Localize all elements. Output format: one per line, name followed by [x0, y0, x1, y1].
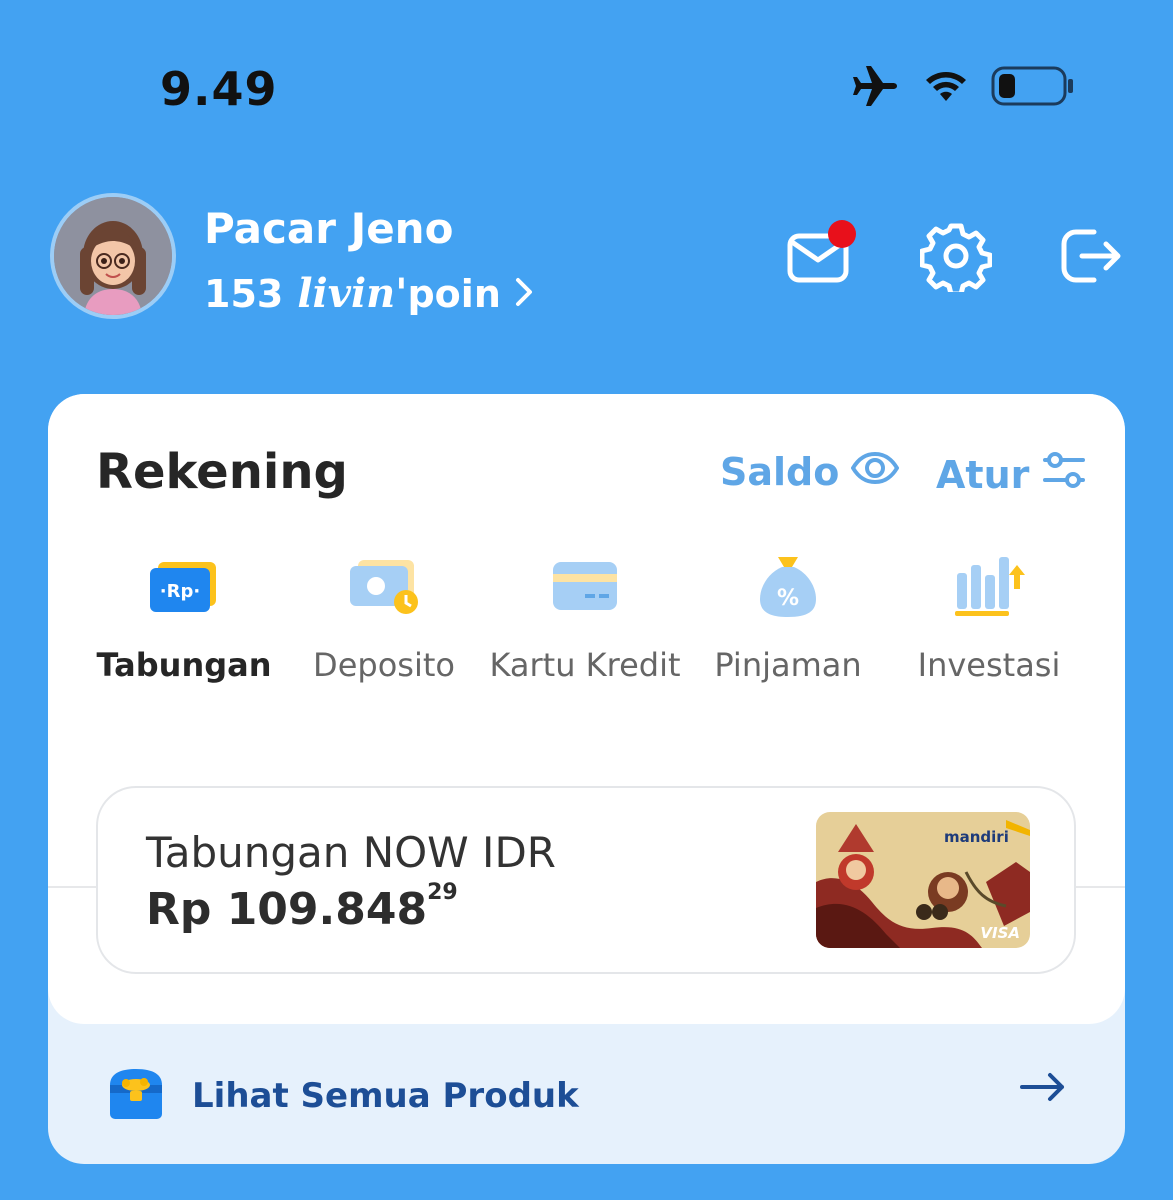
card-brand: mandiri [944, 828, 1009, 846]
tab-investasi[interactable]: Investasi [889, 546, 1089, 684]
logout-icon [1054, 220, 1126, 296]
balance-amount: Rp 109.848 [146, 884, 428, 935]
deposit-icon [284, 546, 484, 626]
livin-brand: livin' [297, 270, 408, 317]
tab-label: Kartu Kredit [489, 646, 681, 684]
money-bag-icon: % [688, 546, 888, 626]
battery-icon [991, 65, 1075, 111]
points-value: 153 [204, 271, 284, 316]
treasure-box-icon [106, 1067, 166, 1125]
accounts-panel: Rekening Saldo Atur ·Rp· Tabungan Deposi… [48, 394, 1125, 1024]
rp-wallet-icon: ·Rp· [84, 546, 284, 626]
gear-icon [919, 220, 993, 297]
status-icons [851, 64, 1075, 112]
chevron-right-icon [515, 272, 533, 316]
section-title: Rekening [96, 444, 348, 500]
card-network: VISA [980, 924, 1020, 942]
user-name: Pacar Jeno [204, 204, 454, 253]
all-products-label: Lihat Semua Produk [192, 1076, 579, 1116]
account-balance: Rp 109.84829 [146, 880, 458, 935]
tab-kartu-kredit[interactable]: Kartu Kredit [485, 546, 685, 684]
investment-chart-icon [889, 546, 1089, 626]
balance-cents: 29 [427, 880, 458, 905]
tab-label: Tabungan [96, 646, 272, 684]
status-time: 9.49 [160, 62, 278, 116]
svg-text:%: % [777, 586, 799, 611]
mail-icon [782, 220, 862, 296]
airplane-icon [851, 64, 901, 112]
settings-button[interactable] [919, 220, 993, 297]
points-suffix: poin [407, 271, 501, 316]
all-products-link[interactable]: Lihat Semua Produk [106, 1064, 1066, 1128]
tab-pinjaman[interactable]: % Pinjaman [688, 546, 888, 684]
toggle-balance-button[interactable]: Saldo [720, 450, 900, 494]
account-item[interactable]: Tabungan NOW IDR Rp 109.84829 mandiri VI… [96, 786, 1076, 974]
atur-label: Atur [936, 452, 1030, 497]
sliders-icon [1043, 450, 1086, 499]
tab-label: Deposito [313, 646, 455, 684]
settings-accounts-button[interactable]: Atur [936, 450, 1086, 499]
tab-deposito[interactable]: Deposito [284, 546, 484, 684]
tab-label: Pinjaman [714, 646, 862, 684]
inbox-button[interactable] [786, 220, 858, 294]
tab-label: Investasi [917, 646, 1061, 684]
accounts-card: Rekening Saldo Atur ·Rp· Tabungan Deposi… [48, 394, 1125, 1164]
eye-icon [851, 450, 900, 494]
wifi-icon [923, 67, 969, 109]
points-link[interactable]: 153 livin' poin [204, 270, 533, 317]
tab-tabungan[interactable]: ·Rp· Tabungan [84, 546, 284, 684]
credit-card-icon [485, 546, 685, 626]
avatar[interactable] [50, 193, 176, 319]
arrow-right-icon [1020, 1072, 1066, 1106]
saldo-label: Saldo [720, 450, 840, 494]
debit-card-image: mandiri VISA [816, 812, 1030, 948]
product-tabs: ·Rp· Tabungan Deposito Kartu Kredit % Pi… [48, 546, 1125, 888]
svg-text:·Rp·: ·Rp· [160, 581, 200, 602]
logout-button[interactable] [1054, 222, 1126, 294]
account-name: Tabungan NOW IDR [146, 828, 556, 877]
